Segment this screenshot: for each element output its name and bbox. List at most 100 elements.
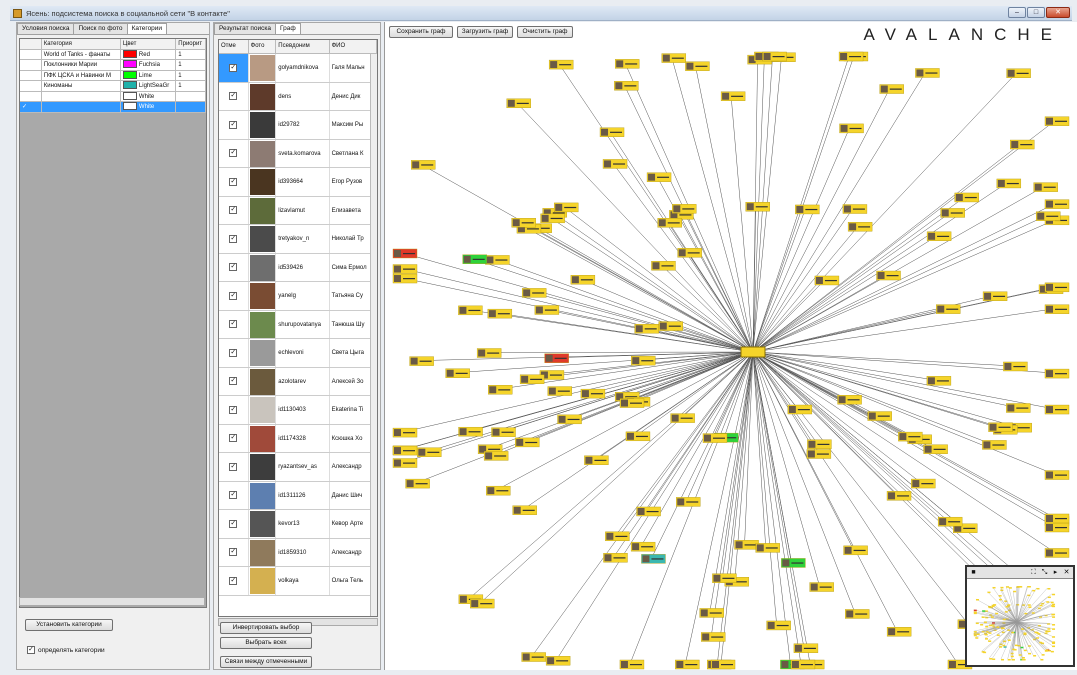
graph-node[interactable] bbox=[392, 273, 418, 284]
graph-node[interactable] bbox=[685, 61, 710, 71]
select-checkbox[interactable]: ✓ bbox=[229, 548, 238, 557]
graph-node[interactable] bbox=[487, 308, 513, 319]
row-marker[interactable]: ✓ bbox=[20, 102, 42, 113]
select-checkbox[interactable]: ✓ bbox=[229, 576, 238, 585]
tab-search-conditions[interactable]: Условия поиска bbox=[17, 23, 75, 34]
graph-node[interactable] bbox=[584, 455, 609, 465]
result-row[interactable]: ✓ yanelg Татьяна Су bbox=[219, 282, 377, 311]
category-row[interactable]: World of Tanks - фанаты Red 1 bbox=[20, 49, 206, 60]
graph-node[interactable] bbox=[599, 127, 625, 137]
graph-node[interactable] bbox=[506, 98, 531, 109]
graph-node[interactable] bbox=[996, 178, 1022, 189]
graph-node[interactable] bbox=[410, 160, 436, 170]
graph-node[interactable] bbox=[675, 659, 700, 670]
category-row[interactable]: Поклонники Марии Fuchsia 1 bbox=[20, 60, 206, 71]
column-header-category[interactable]: Категория bbox=[41, 39, 121, 50]
graph-node[interactable] bbox=[614, 81, 639, 91]
central-graph-node[interactable] bbox=[740, 346, 766, 358]
links-between-selected-button[interactable]: Связи между отмеченными bbox=[220, 656, 312, 668]
graph-node[interactable] bbox=[1006, 403, 1031, 413]
graph-node[interactable] bbox=[521, 288, 547, 298]
graph-node[interactable] bbox=[1044, 304, 1070, 314]
result-row[interactable]: ✓ id1311126 Данис Шич bbox=[219, 481, 377, 510]
maximize-button[interactable]: □ bbox=[1027, 7, 1045, 18]
graph-node[interactable] bbox=[392, 458, 418, 468]
load-graph-button[interactable]: Загрузить граф bbox=[457, 26, 513, 38]
graph-node[interactable] bbox=[641, 554, 666, 564]
result-row[interactable]: ✓ sveta.komarova Светлана К bbox=[219, 139, 377, 168]
graph-node[interactable] bbox=[625, 431, 651, 442]
shrink-icon[interactable]: ⤡ bbox=[1040, 568, 1049, 577]
graph-node[interactable] bbox=[658, 321, 683, 331]
graph-node[interactable] bbox=[720, 91, 746, 101]
category-color[interactable]: White bbox=[120, 102, 177, 113]
graph-node[interactable] bbox=[602, 159, 628, 169]
graph-node[interactable] bbox=[790, 659, 816, 670]
graph-node[interactable] bbox=[1044, 522, 1070, 533]
category-name[interactable]: Поклонники Марии bbox=[41, 60, 121, 71]
graph-node[interactable] bbox=[982, 291, 1008, 301]
result-row[interactable]: ✓ volkaya Ольга Тель bbox=[219, 567, 377, 596]
graph-node[interactable] bbox=[630, 541, 656, 552]
graph-node[interactable] bbox=[710, 659, 736, 670]
result-row[interactable]: ✓ azolotarev Алексей Зо bbox=[219, 367, 377, 396]
category-color[interactable]: Fuchsia bbox=[120, 60, 177, 71]
result-row[interactable]: ✓ id1174328 Ксюшка Хо bbox=[219, 424, 377, 453]
select-checkbox[interactable]: ✓ bbox=[229, 149, 238, 158]
graph-node[interactable] bbox=[1044, 513, 1070, 524]
graph-node[interactable] bbox=[876, 270, 901, 281]
graph-node[interactable] bbox=[839, 123, 864, 134]
graph-node[interactable] bbox=[923, 444, 948, 454]
graph-node[interactable] bbox=[926, 231, 952, 241]
graph-node[interactable] bbox=[512, 505, 537, 515]
graph-node[interactable] bbox=[745, 201, 770, 212]
category-priority[interactable] bbox=[176, 91, 206, 102]
graph-node[interactable] bbox=[842, 204, 868, 214]
graph-node[interactable] bbox=[534, 305, 560, 315]
category-row[interactable]: ✓ White bbox=[20, 102, 206, 113]
graph-node[interactable] bbox=[547, 386, 573, 396]
result-row[interactable]: ✓ tretyakov_n Николай Тр bbox=[219, 225, 377, 254]
category-priority[interactable]: 1 bbox=[176, 49, 206, 60]
graph-node[interactable] bbox=[570, 275, 596, 285]
select-checkbox[interactable]: ✓ bbox=[229, 348, 238, 357]
category-row[interactable]: Киноманы LightSeaGr 1 bbox=[20, 81, 206, 92]
results-vertical-scrollbar[interactable] bbox=[370, 54, 377, 616]
result-row[interactable]: ✓ id539426 Сима Ермол bbox=[219, 253, 377, 282]
category-name[interactable]: Киноманы bbox=[41, 81, 121, 92]
graph-node[interactable] bbox=[619, 659, 645, 670]
graph-node[interactable] bbox=[540, 213, 565, 224]
category-name[interactable]: World of Tanks - фанаты bbox=[41, 49, 121, 60]
graph-node[interactable] bbox=[462, 254, 487, 264]
graph-node[interactable] bbox=[661, 53, 687, 63]
graph-node[interactable] bbox=[806, 449, 832, 459]
graph-node[interactable] bbox=[544, 353, 569, 363]
graph-node[interactable] bbox=[926, 376, 952, 386]
graph-node[interactable] bbox=[515, 437, 540, 448]
select-checkbox[interactable]: ✓ bbox=[229, 462, 238, 471]
column-header-priority[interactable]: Приорит bbox=[176, 39, 206, 50]
graph-node[interactable] bbox=[915, 68, 940, 78]
graph-node[interactable] bbox=[699, 608, 724, 618]
graph-node[interactable] bbox=[762, 51, 787, 62]
select-checkbox[interactable]: ✓ bbox=[229, 177, 238, 186]
graph-node[interactable] bbox=[619, 398, 645, 408]
graph-node[interactable] bbox=[838, 51, 864, 62]
results-grid[interactable]: Отме Фото Псевдоним ФИО ✓ golyamdnikova Га… bbox=[218, 39, 378, 617]
graph-node[interactable] bbox=[1033, 182, 1058, 192]
graph-node[interactable] bbox=[700, 632, 726, 642]
select-checkbox[interactable]: ✓ bbox=[229, 519, 238, 528]
graph-node[interactable] bbox=[580, 388, 606, 399]
result-row[interactable]: ✓ golyamdnikova Галя Мальн bbox=[219, 54, 377, 83]
graph-node[interactable] bbox=[886, 491, 912, 501]
graph-node[interactable] bbox=[486, 485, 511, 496]
graph-node[interactable] bbox=[511, 218, 536, 228]
graph-node[interactable] bbox=[554, 202, 579, 213]
graph-node[interactable] bbox=[409, 356, 434, 366]
select-checkbox[interactable]: ✓ bbox=[229, 405, 238, 414]
result-row[interactable]: ✓ id393664 Егор Рузов bbox=[219, 168, 377, 197]
categories-grid[interactable]: Категория Цвет Приорит World of Tanks - … bbox=[19, 38, 207, 608]
graph-node[interactable] bbox=[755, 543, 780, 553]
column-header-mark[interactable]: Отме bbox=[219, 40, 249, 53]
graph-node[interactable] bbox=[734, 540, 759, 550]
